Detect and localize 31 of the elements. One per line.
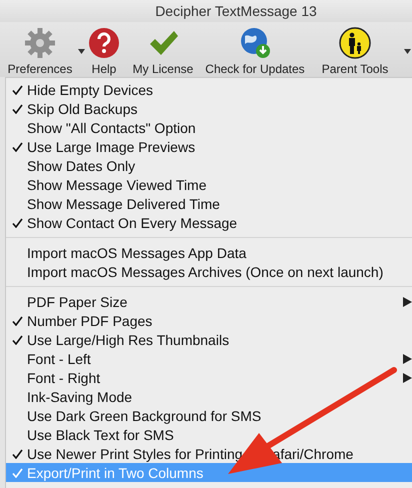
menu-item[interactable]: Use Black Text for SMS — [6, 425, 412, 444]
menu-item[interactable]: Font - Left — [6, 349, 412, 368]
menu-item[interactable]: Hide Empty Devices — [6, 80, 412, 99]
menu-item[interactable]: PDF Paper Size — [6, 292, 412, 311]
menu-item[interactable]: Show "All Contacts" Option — [6, 118, 412, 137]
menu-item[interactable]: Show Message Delivered Time — [6, 194, 412, 213]
menu-item[interactable]: Number PDF Pages — [6, 311, 412, 330]
menu-item[interactable]: Use Large/High Res Thumbnails — [6, 330, 412, 349]
parent-child-icon — [339, 27, 371, 59]
globe-download-icon — [239, 27, 271, 59]
caret-icon[interactable] — [404, 49, 411, 54]
menu-item[interactable]: Use Large Image Previews — [6, 137, 412, 156]
menu-item[interactable]: Show Dates Only — [6, 156, 412, 175]
menu-item[interactable]: Show Contact On Every Message — [6, 213, 412, 232]
menu-item[interactable]: Import macOS Messages App Data — [6, 243, 412, 262]
gear-icon — [24, 27, 56, 59]
toolbar-button[interactable]: Parent Tools — [306, 27, 404, 76]
caret-icon[interactable] — [78, 49, 85, 54]
help-icon — [88, 27, 120, 59]
menu-item[interactable]: Font - Right — [6, 368, 412, 387]
menu-item[interactable]: Skip Old Backups — [6, 99, 412, 118]
menu-item[interactable]: Ink-Saving Mode — [6, 387, 412, 406]
menu-item[interactable]: Use Dark Green Background for SMS — [6, 406, 412, 425]
menu-item[interactable]: Use Newer Print Styles for Printing afari/Chrome — [6, 444, 412, 463]
toolbar-button[interactable]: My License — [122, 27, 204, 76]
menu-item[interactable]: Show Message Viewed Time — [6, 175, 412, 194]
window-title: Decipher TextMessage 13 — [155, 3, 317, 19]
toolbar-button[interactable]: Check for Updates — [204, 27, 306, 76]
menu-item[interactable]: Import macOS Messages Archives (Once on next launch) — [6, 262, 412, 281]
toolbar-button[interactable]: Preferences — [2, 27, 78, 76]
toolbar-button[interactable]: Help — [86, 27, 122, 76]
